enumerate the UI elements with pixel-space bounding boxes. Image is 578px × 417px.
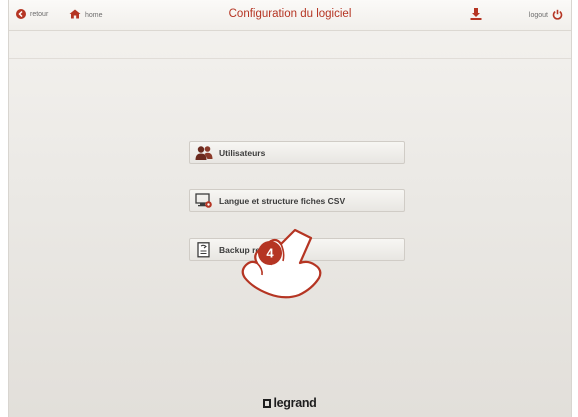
step-hand-overlay: 4 <box>233 225 333 300</box>
top-bar: retour home Configuration du logiciel lo… <box>9 0 571 31</box>
monitor-settings-icon <box>195 192 213 209</box>
legrand-logo-square <box>263 399 272 408</box>
users-label: Utilisateurs <box>219 147 266 158</box>
power-icon <box>552 9 563 22</box>
pointing-hand-icon: 4 <box>241 228 322 299</box>
page-title: Configuration du logiciel <box>228 8 352 20</box>
logout-label: logout <box>528 12 548 19</box>
language-csv-label: Langue et structure fiches CSV <box>219 195 346 206</box>
users-icon <box>195 145 213 161</box>
brand-name: legrand <box>273 396 317 410</box>
header-divider <box>9 58 571 59</box>
step-number: 4 <box>266 246 274 261</box>
logout-button[interactable]: logout <box>529 9 563 22</box>
app-screen: retour home Configuration du logiciel lo… <box>8 0 572 417</box>
download-icon[interactable] <box>469 7 483 21</box>
brand-logo: legrand <box>9 396 571 410</box>
backup-document-icon <box>195 241 213 258</box>
users-button[interactable]: Utilisateurs <box>189 141 405 164</box>
language-csv-button[interactable]: Langue et structure fiches CSV <box>189 189 405 212</box>
